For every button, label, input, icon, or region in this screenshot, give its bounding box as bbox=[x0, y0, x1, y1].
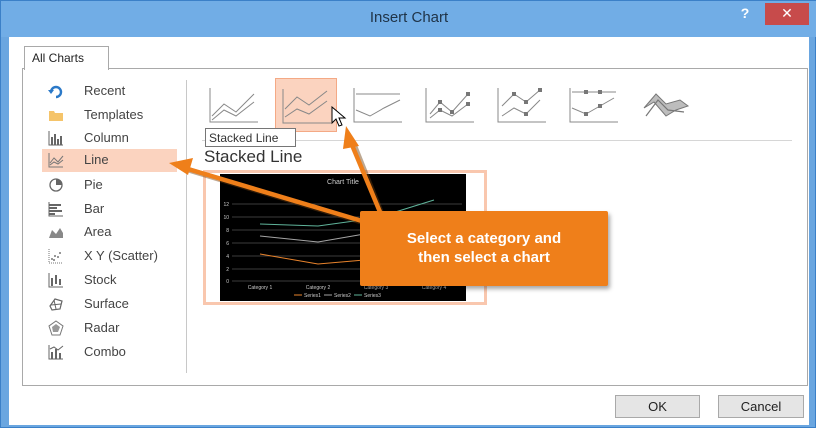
tooltip: Stacked Line bbox=[205, 128, 296, 147]
instruction-callout: Select a category and then select a char… bbox=[360, 211, 608, 286]
callout-line-2: then select a chart bbox=[418, 249, 550, 266]
callout-line-1: Select a category and bbox=[406, 230, 562, 247]
mouse-cursor-icon bbox=[331, 106, 347, 127]
arrow-head-up bbox=[343, 126, 359, 149]
